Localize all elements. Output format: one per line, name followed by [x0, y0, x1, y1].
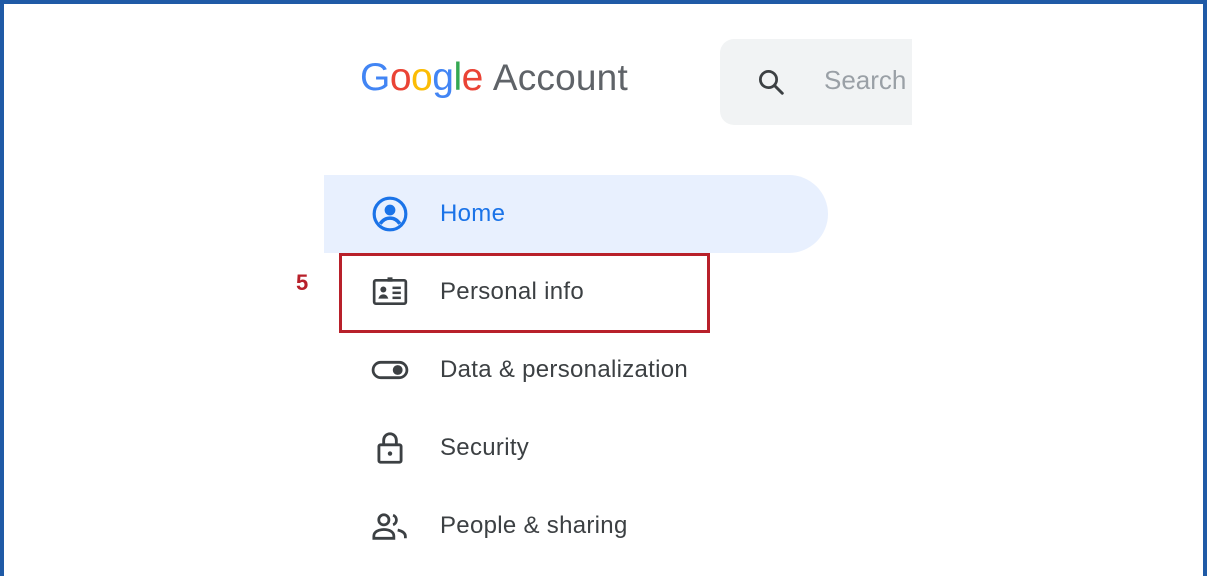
search-icon[interactable]	[756, 67, 786, 97]
logo-letter: l	[453, 56, 462, 99]
search-input[interactable]: Search	[824, 65, 906, 96]
logo-letter: o	[389, 56, 412, 99]
sidebar-item-home[interactable]: Home	[324, 175, 828, 253]
sidebar-item-label: Home	[440, 200, 506, 227]
sidebar-item-data-personalization[interactable]: Data & personalization	[324, 331, 828, 409]
sidebar-item-label: People & sharing	[440, 512, 628, 539]
logo-letter: G	[360, 56, 390, 99]
screenshot-frame: Google Account Search Home Personal info…	[0, 0, 1207, 576]
people-icon	[370, 506, 410, 546]
sidebar-item-people-sharing[interactable]: People & sharing	[324, 487, 828, 565]
google-wordmark: Google	[360, 56, 483, 100]
logo-letter: o	[411, 56, 433, 99]
logo-letter: g	[432, 56, 454, 99]
toggle-icon	[370, 350, 410, 390]
search-bar[interactable]: Search	[720, 39, 912, 125]
sidebar-item-label: Security	[440, 434, 530, 461]
id-card-icon	[370, 272, 410, 312]
lock-icon	[370, 428, 410, 468]
sidebar-item-label: Data & personalization	[440, 356, 689, 383]
sidebar-nav: Home Personal info Data & personalizatio…	[324, 175, 828, 565]
logo-letter: e	[461, 56, 484, 99]
account-circle-icon	[370, 194, 410, 234]
sidebar-item-label: Personal info	[440, 278, 584, 305]
sidebar-item-personal-info[interactable]: Personal info	[324, 253, 828, 331]
annotation-step-number: 5	[296, 270, 309, 295]
account-wordmark: Account	[492, 57, 628, 98]
google-account-logo[interactable]: Google Account	[360, 56, 628, 106]
sidebar-item-security[interactable]: Security	[324, 409, 828, 487]
